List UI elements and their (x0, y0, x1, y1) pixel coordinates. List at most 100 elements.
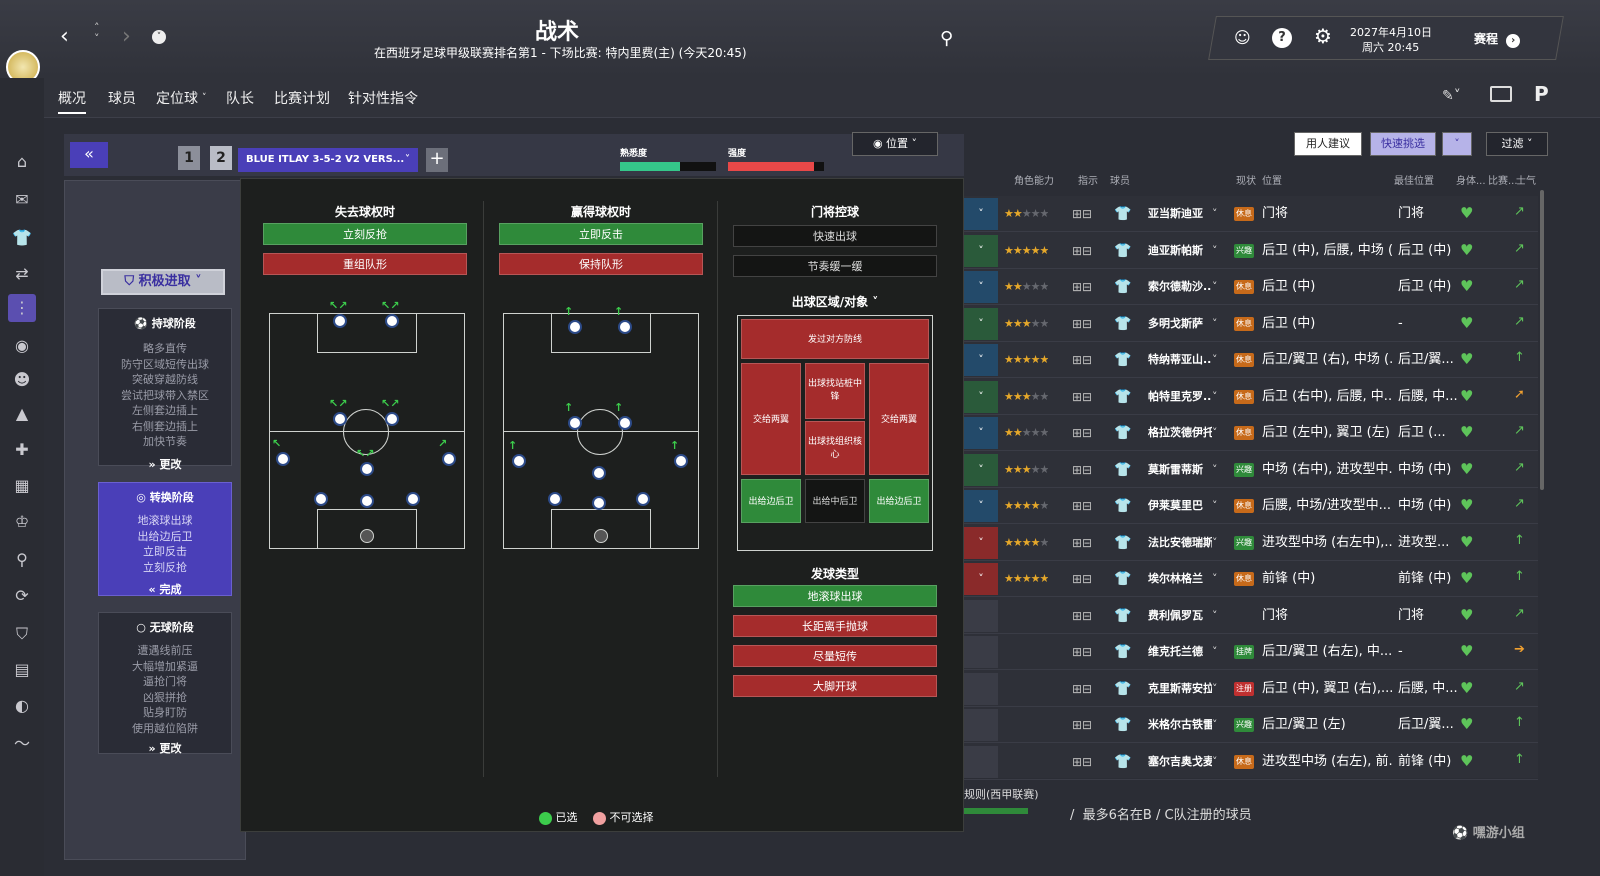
transfers-icon[interactable]: ⟳ (12, 586, 32, 606)
player-name[interactable]: 克里斯蒂安拉... (1148, 671, 1212, 707)
instructions-icon[interactable]: ⊞⊟ (1072, 525, 1092, 561)
player-name[interactable]: 费利佩罗瓦 (1148, 598, 1212, 634)
zone-over-defence[interactable]: 发过对方防线 (741, 319, 929, 359)
medical-icon[interactable]: ✚ (12, 440, 32, 460)
short-kicks-option[interactable]: 尽量短传 (733, 645, 937, 667)
zone-flanks-left[interactable]: 交给两翼 (741, 363, 801, 475)
zone-target-man[interactable]: 出球找站桩中锋 (805, 363, 865, 419)
table-row[interactable]: ˅ ★★★★★ ⊞⊟ 👕 伊莱莫里巴 ˅ 休息 后腰, 中场/进攻型中... 中场 (中) ♥ ↗ (964, 488, 1538, 524)
chevron-down-icon[interactable]: ˅ (1212, 598, 1218, 634)
player-name[interactable]: 莫斯雷蒂斯 (1148, 452, 1212, 488)
player-name[interactable]: 塞尔吉奥戈麦 (1148, 744, 1212, 780)
table-row[interactable]: ⊞⊟ 👕 塞尔吉奥戈麦 ˅ 休息 进攻型中场 (右左), 前... 前锋 (中) ♥ ↑ (964, 744, 1538, 780)
report-icon[interactable]: 〜 (12, 734, 32, 754)
position-selector[interactable]: ˅ (964, 490, 998, 522)
header-match[interactable]: 比赛... (1488, 172, 1518, 187)
done-button[interactable]: « 完成 (99, 581, 231, 597)
player-name[interactable]: 格拉茨德伊托... (1148, 415, 1212, 451)
in-possession-box[interactable]: ⚽ 持球阶段 略多直传 防守区域短传出球 突破穿越防线 尝试把球带入禁区 左侧套… (98, 308, 232, 471)
table-row[interactable]: ˅ ★★★★★ ⊞⊟ 👕 法比安德瑞斯 ˅ 兴趣 进攻型中场 (右左中),... 进攻型... ♥… (964, 525, 1538, 561)
chevron-down-icon[interactable]: ˅ (1212, 561, 1218, 597)
tab-opposition-instructions[interactable]: 针对性指令 (348, 88, 418, 108)
view-position-dropdown[interactable]: ◉ 位置 ˅ (852, 132, 938, 156)
chevron-down-icon[interactable]: ˅ (1212, 671, 1218, 707)
table-row[interactable]: ⊞⊟ 👕 克里斯蒂安拉...˅ 注册后卫 (中), 翼卫 (右),... 后腰, 中..… (964, 671, 1538, 707)
table-row[interactable]: ˅ ★★★★★ ⊞⊟ 👕 索尔德勒沙... ˅ 休息 后卫 (中) 后卫 (中) ♥ ↗ (964, 269, 1538, 305)
home-icon[interactable]: ⌂ (12, 152, 32, 172)
instructions-icon[interactable]: ⊞⊟ (1072, 707, 1092, 743)
quick-pick-dropdown[interactable]: ˅ (1442, 132, 1472, 156)
player-name[interactable]: 索尔德勒沙... (1148, 269, 1212, 305)
header-player[interactable]: 球员 (1110, 172, 1130, 187)
brain-icon[interactable]: ☺ (1234, 28, 1251, 47)
table-row[interactable]: ⊞⊟ 👕 费利佩罗瓦 ˅ 门将 门将 ♥ ↗ (964, 598, 1538, 634)
chevron-down-icon[interactable]: ˅ (1212, 233, 1218, 269)
position-selector[interactable]: ˅ (964, 198, 998, 230)
hold-shape-option[interactable]: 保持队形 (499, 253, 703, 275)
filter-dropdown[interactable]: 过滤 ˅ (1486, 132, 1548, 156)
counter-option[interactable]: 立即反击 (499, 223, 703, 245)
zone-flanks-right[interactable]: 交给两翼 (869, 363, 929, 475)
header-morale[interactable]: 士气 (1516, 172, 1536, 187)
player-name[interactable]: 帕特里克罗... (1148, 379, 1212, 415)
instructions-icon[interactable]: ⊞⊟ (1072, 488, 1092, 524)
instructions-icon[interactable]: ⊞⊟ (1072, 744, 1092, 780)
header-role-ability[interactable]: 角色能力 (1014, 172, 1054, 187)
squad-icon[interactable]: 👕 (12, 228, 32, 248)
dev-centre-icon[interactable]: ◐ (12, 696, 32, 716)
search-icon[interactable]: ⚲ (940, 28, 953, 49)
zone-centre-back[interactable]: 出给中后卫 (805, 479, 865, 523)
header-best-position[interactable]: 最佳位置 (1394, 172, 1434, 187)
dynamics-icon[interactable]: ⇄ (12, 264, 32, 284)
instructions-icon[interactable]: ⊞⊟ (1072, 269, 1092, 305)
player-name[interactable]: 维克托兰德 (1148, 634, 1212, 670)
history-icon[interactable]: ˄ ˅ (94, 22, 100, 44)
instructions-icon[interactable]: ⊞⊟ (1072, 342, 1092, 378)
quick-pick-button[interactable]: 快速挑选 (1370, 132, 1436, 156)
chevron-down-icon[interactable]: ˅ (1212, 744, 1218, 780)
table-row[interactable]: ˅ ★★★★★ ⊞⊟ 👕 多明戈斯萨 ˅ 休息 后卫 (中) - ♥ ↗ (964, 306, 1538, 342)
instructions-icon[interactable]: ⊞⊟ (1072, 561, 1092, 597)
zone-playmaker[interactable]: 出球找组织核心 (805, 421, 865, 475)
position-selector[interactable] (964, 672, 998, 705)
data-hub-icon[interactable]: ◉ (12, 336, 32, 356)
player-name[interactable]: 埃尔林格兰 (1148, 561, 1212, 597)
counter-press-option[interactable]: 立刻反抢 (263, 223, 467, 245)
position-selector[interactable]: ˅ (964, 453, 998, 486)
chevron-down-icon[interactable]: ˅ (1212, 634, 1218, 670)
chevron-down-icon[interactable]: ˅ (1212, 196, 1218, 232)
change-button[interactable]: » 更改 (99, 740, 231, 756)
table-row[interactable]: ⊞⊟ 👕 维克托兰德 ˅ 挂牌 后卫/翼卫 (右左), 中... - ♥ ➔ (964, 634, 1538, 670)
schedule-icon[interactable]: ▦ (12, 476, 32, 496)
table-row[interactable]: ˅ ★★★★★ ⊞⊟ 👕 帕特里克罗... ˅ 休息 后卫 (右中), 后腰, 中... 后腰,… (964, 379, 1538, 415)
chevron-down-icon[interactable]: ˅ (1212, 707, 1218, 743)
position-selector[interactable]: ˅ (964, 344, 998, 376)
position-selector[interactable] (964, 636, 998, 668)
instructions-icon[interactable]: ⊞⊟ (1072, 415, 1092, 451)
chevron-down-icon[interactable]: ˅ (1212, 415, 1218, 451)
position-selector[interactable]: ˅ (964, 234, 998, 267)
gear-icon[interactable]: ⚙ (1314, 24, 1332, 48)
chevron-down-icon[interactable]: ˅ (1212, 488, 1218, 524)
player-name[interactable]: 多明戈斯萨 (1148, 306, 1212, 342)
zone-fullback-right[interactable]: 出给边后卫 (869, 479, 929, 523)
chevron-down-icon[interactable]: ˅ (1212, 452, 1218, 488)
position-selector[interactable]: ˅ (964, 526, 998, 559)
chevron-down-icon[interactable]: ˅ (1212, 342, 1218, 378)
instructions-icon[interactable]: ⊞⊟ (1072, 598, 1092, 634)
monitor-icon[interactable] (1490, 86, 1512, 102)
tactic-slot-1[interactable]: 1 (178, 146, 200, 170)
chevron-down-icon[interactable]: ˅ (1212, 525, 1218, 561)
table-row[interactable]: ˅ ★★★★★ ⊞⊟ 👕 特纳蒂亚山... ˅ 休息 后卫/翼卫 (右), 中场 (... 后卫… (964, 342, 1538, 378)
edit-icon[interactable]: ✎˅ (1442, 88, 1461, 104)
table-row[interactable]: ⊞⊟ 👕 米格尔古铁雷 ˅ 兴趣 后卫/翼卫 (左) 后卫/翼... ♥ ↑ (964, 707, 1538, 743)
tab-players[interactable]: 球员 (108, 88, 136, 108)
table-row[interactable]: ˅ ★★★★★ ⊞⊟ 👕 埃尔林格兰 ˅ 休息 前锋 (中) 前锋 (中) ♥ ↑ (964, 561, 1538, 597)
zone-fullback-left[interactable]: 出给边后卫 (741, 479, 801, 523)
change-button[interactable]: » 更改 (99, 456, 231, 472)
mentality-dropdown[interactable]: ⛉ 积极进取 ˅ (101, 269, 225, 295)
chevron-down-icon[interactable]: ˅ (1212, 269, 1218, 305)
position-selector[interactable]: ˅ (964, 380, 998, 413)
back-icon[interactable]: ‹ (60, 24, 69, 49)
table-row[interactable]: ˅ ★★★★★ ⊞⊟ 👕 莫斯雷蒂斯 ˅ 兴趣 中场 (右中), 进攻型中... 中场 (中) ♥… (964, 452, 1538, 488)
